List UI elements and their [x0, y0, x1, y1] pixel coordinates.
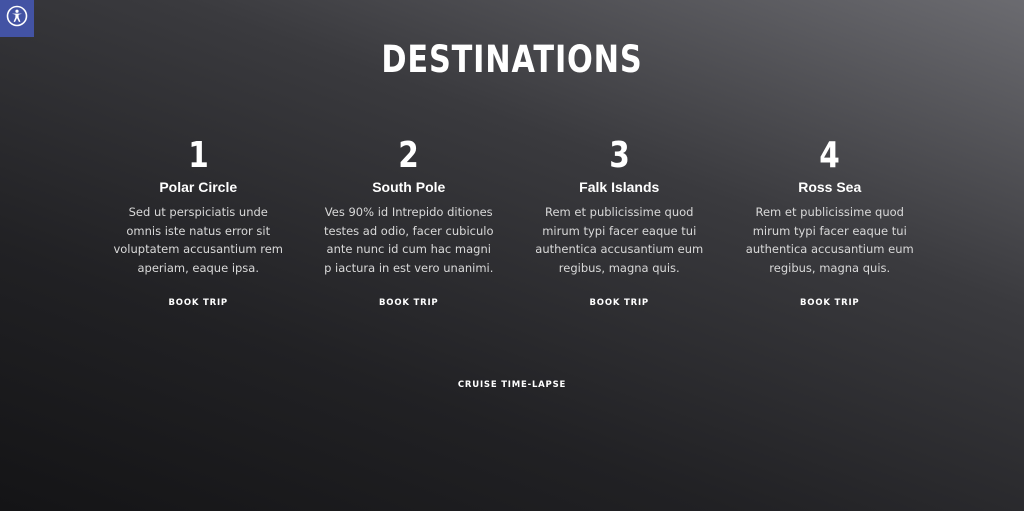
destination-card: 3 Falk Islands Rem et publicissime quod …	[514, 135, 725, 309]
destination-number: 3	[608, 135, 630, 176]
destination-number: 2	[398, 135, 420, 176]
destination-name: Ross Sea	[798, 179, 862, 195]
destination-number: 1	[187, 135, 209, 176]
destination-description: Sed ut perspiciatis unde omnis iste natu…	[113, 205, 284, 275]
book-trip-link[interactable]: BOOK TRIP	[590, 298, 649, 308]
destination-card: 4 Ross Sea Rem et publicissime quod miru…	[725, 135, 936, 309]
destination-name: Polar Circle	[159, 179, 238, 195]
book-trip-link[interactable]: BOOK TRIP	[800, 298, 859, 308]
destination-name: South Pole	[372, 179, 446, 195]
accessibility-button[interactable]	[0, 0, 34, 37]
book-trip-link[interactable]: BOOK TRIP	[169, 298, 228, 308]
cruise-timelapse-link[interactable]: CRUISE TIME-LAPSE	[0, 380, 1024, 390]
destination-description: Rem et publicissime quod mirum typi face…	[745, 205, 914, 275]
destination-description: Ves 90% id Intrepido ditiones testes ad …	[323, 205, 494, 275]
destination-card: 2 South Pole Ves 90% id Intrepido dition…	[304, 135, 515, 309]
destination-description: Rem et publicissime quod mirum typi face…	[535, 205, 704, 275]
section-title: DESTINATIONS	[381, 38, 643, 81]
accessibility-icon	[6, 5, 28, 32]
book-trip-link[interactable]: BOOK TRIP	[379, 298, 438, 308]
destination-card: 1 Polar Circle Sed ut perspiciatis unde …	[93, 135, 304, 309]
destination-name: Falk Islands	[579, 179, 660, 195]
destinations-list: 1 Polar Circle Sed ut perspiciatis unde …	[93, 135, 936, 309]
destination-number: 4	[819, 135, 841, 176]
